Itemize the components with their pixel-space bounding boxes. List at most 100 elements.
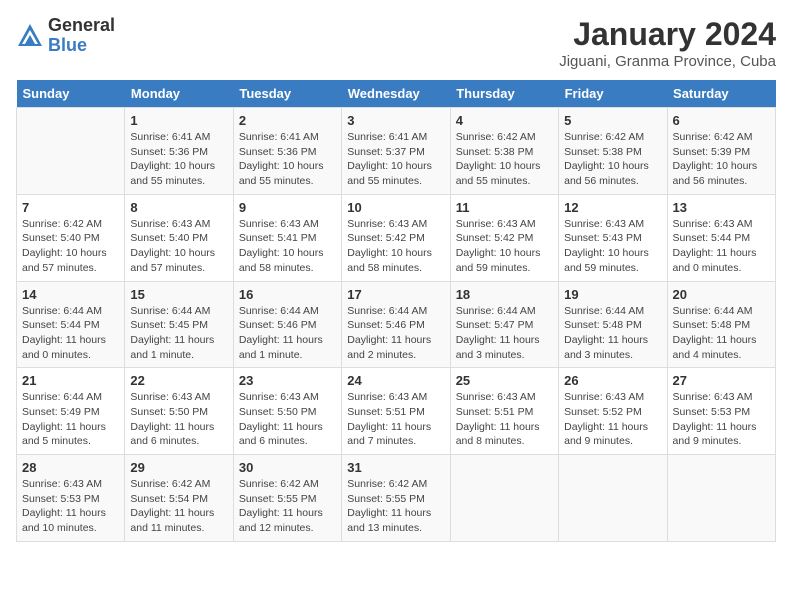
day-cell: 26Sunrise: 6:43 AMSunset: 5:52 PMDayligh… — [559, 368, 667, 455]
day-number: 25 — [456, 373, 553, 388]
day-number: 23 — [239, 373, 336, 388]
day-cell: 23 Sunrise: 6:43 AMSunset: 5:50 PMDayligh… — [233, 368, 341, 455]
day-cell: 29 Sunrise: 6:42 AMSunset: 5:54 PMDayligh… — [125, 455, 233, 542]
day-info: Sunrise: 6:43 AMSunset: 5:42 PMDaylight:… — [347, 217, 444, 276]
day-info: Sunrise: 6:42 AMSunset: 5:38 PMDaylight:… — [564, 130, 661, 189]
day-info: Sunrise: 6:43 AMSunset: 5:44 PMDaylight:… — [673, 217, 770, 276]
day-number: 30 — [239, 460, 336, 475]
week-row-4: 21Sunrise: 6:44 AMSunset: 5:49 PMDayligh… — [17, 368, 776, 455]
day-cell: 30 Sunrise: 6:42 AMSunset: 5:55 PMDayligh… — [233, 455, 341, 542]
day-header-monday: Monday — [125, 80, 233, 108]
day-cell — [667, 455, 775, 542]
day-info: Sunrise: 6:43 AMSunset: 5:53 PMDaylight:… — [673, 390, 770, 449]
week-row-2: 7Sunrise: 6:42 AMSunset: 5:40 PMDaylight… — [17, 194, 776, 281]
week-row-1: 1Sunrise: 6:41 AMSunset: 5:36 PMDaylight… — [17, 108, 776, 195]
day-info: Sunrise: 6:41 AMSunset: 5:36 PMDaylight:… — [130, 130, 227, 189]
day-cell: 31Sunrise: 6:42 AMSunset: 5:55 PMDayligh… — [342, 455, 450, 542]
day-cell: 9Sunrise: 6:43 AMSunset: 5:41 PMDaylight… — [233, 194, 341, 281]
page-header: General Blue January 2024 Jiguani, Granm… — [16, 16, 776, 70]
logo-icon — [16, 22, 44, 50]
day-cell: 2Sunrise: 6:41 AMSunset: 5:36 PMDaylight… — [233, 108, 341, 195]
day-number: 20 — [673, 287, 770, 302]
day-cell: 11 Sunrise: 6:43 AMSunset: 5:42 PMDayligh… — [450, 194, 558, 281]
day-number: 6 — [673, 113, 770, 128]
day-cell: 22 Sunrise: 6:43 AMSunset: 5:50 PMDayligh… — [125, 368, 233, 455]
day-info: Sunrise: 6:43 AMSunset: 5:53 PMDaylight:… — [22, 477, 119, 536]
day-cell: 19 Sunrise: 6:44 AMSunset: 5:48 PMDayligh… — [559, 281, 667, 368]
day-info: Sunrise: 6:42 AMSunset: 5:55 PMDaylight:… — [239, 477, 336, 536]
day-number: 28 — [22, 460, 119, 475]
day-cell: 14 Sunrise: 6:44 AMSunset: 5:44 PMDayligh… — [17, 281, 125, 368]
day-cell: 25 Sunrise: 6:43 AMSunset: 5:51 PMDayligh… — [450, 368, 558, 455]
day-info: Sunrise: 6:43 AMSunset: 5:40 PMDaylight:… — [130, 217, 227, 276]
day-header-friday: Friday — [559, 80, 667, 108]
day-header-sunday: Sunday — [17, 80, 125, 108]
day-number: 11 — [456, 200, 553, 215]
day-header-saturday: Saturday — [667, 80, 775, 108]
day-number: 26 — [564, 373, 661, 388]
day-number: 16 — [239, 287, 336, 302]
day-cell: 3 Sunrise: 6:41 AMSunset: 5:37 PMDaylight… — [342, 108, 450, 195]
day-number: 22 — [130, 373, 227, 388]
day-info: Sunrise: 6:43 AMSunset: 5:41 PMDaylight:… — [239, 217, 336, 276]
day-cell: 18 Sunrise: 6:44 AMSunset: 5:47 PMDayligh… — [450, 281, 558, 368]
day-cell: 16Sunrise: 6:44 AMSunset: 5:46 PMDayligh… — [233, 281, 341, 368]
day-number: 19 — [564, 287, 661, 302]
day-number: 15 — [130, 287, 227, 302]
day-number: 4 — [456, 113, 553, 128]
day-number: 17 — [347, 287, 444, 302]
month-title: January 2024 — [559, 16, 776, 53]
day-info: Sunrise: 6:44 AMSunset: 5:48 PMDaylight:… — [673, 304, 770, 363]
title-block: January 2024 Jiguani, Granma Province, C… — [559, 16, 776, 70]
logo-blue-label: Blue — [48, 36, 115, 56]
day-info: Sunrise: 6:43 AMSunset: 5:50 PMDaylight:… — [239, 390, 336, 449]
day-number: 12 — [564, 200, 661, 215]
day-cell: 8 Sunrise: 6:43 AMSunset: 5:40 PMDaylight… — [125, 194, 233, 281]
day-cell — [450, 455, 558, 542]
day-info: Sunrise: 6:44 AMSunset: 5:48 PMDaylight:… — [564, 304, 661, 363]
calendar-table: SundayMondayTuesdayWednesdayThursdayFrid… — [16, 80, 776, 542]
day-info: Sunrise: 6:42 AMSunset: 5:38 PMDaylight:… — [456, 130, 553, 189]
day-cell: 1Sunrise: 6:41 AMSunset: 5:36 PMDaylight… — [125, 108, 233, 195]
day-cell: 15 Sunrise: 6:44 AMSunset: 5:45 PMDayligh… — [125, 281, 233, 368]
day-cell — [559, 455, 667, 542]
day-info: Sunrise: 6:42 AMSunset: 5:54 PMDaylight:… — [130, 477, 227, 536]
day-info: Sunrise: 6:43 AMSunset: 5:51 PMDaylight:… — [456, 390, 553, 449]
day-number: 27 — [673, 373, 770, 388]
day-number: 21 — [22, 373, 119, 388]
day-number: 29 — [130, 460, 227, 475]
day-cell — [17, 108, 125, 195]
days-header-row: SundayMondayTuesdayWednesdayThursdayFrid… — [17, 80, 776, 108]
day-info: Sunrise: 6:41 AMSunset: 5:37 PMDaylight:… — [347, 130, 444, 189]
day-number: 3 — [347, 113, 444, 128]
day-number: 18 — [456, 287, 553, 302]
day-number: 7 — [22, 200, 119, 215]
day-cell: 5 Sunrise: 6:42 AMSunset: 5:38 PMDaylight… — [559, 108, 667, 195]
day-info: Sunrise: 6:44 AMSunset: 5:47 PMDaylight:… — [456, 304, 553, 363]
day-info: Sunrise: 6:44 AMSunset: 5:45 PMDaylight:… — [130, 304, 227, 363]
day-number: 2 — [239, 113, 336, 128]
day-header-wednesday: Wednesday — [342, 80, 450, 108]
day-header-thursday: Thursday — [450, 80, 558, 108]
logo: General Blue — [16, 16, 115, 56]
day-cell: 28 Sunrise: 6:43 AMSunset: 5:53 PMDayligh… — [17, 455, 125, 542]
day-number: 14 — [22, 287, 119, 302]
day-cell: 12Sunrise: 6:43 AMSunset: 5:43 PMDayligh… — [559, 194, 667, 281]
day-number: 24 — [347, 373, 444, 388]
day-number: 5 — [564, 113, 661, 128]
day-info: Sunrise: 6:43 AMSunset: 5:42 PMDaylight:… — [456, 217, 553, 276]
day-info: Sunrise: 6:43 AMSunset: 5:50 PMDaylight:… — [130, 390, 227, 449]
day-info: Sunrise: 6:44 AMSunset: 5:46 PMDaylight:… — [347, 304, 444, 363]
day-info: Sunrise: 6:43 AMSunset: 5:51 PMDaylight:… — [347, 390, 444, 449]
day-cell: 24 Sunrise: 6:43 AMSunset: 5:51 PMDayligh… — [342, 368, 450, 455]
location: Jiguani, Granma Province, Cuba — [559, 53, 776, 70]
logo-text: General Blue — [48, 16, 115, 56]
day-number: 8 — [130, 200, 227, 215]
day-info: Sunrise: 6:42 AMSunset: 5:55 PMDaylight:… — [347, 477, 444, 536]
day-header-tuesday: Tuesday — [233, 80, 341, 108]
day-cell: 13 Sunrise: 6:43 AMSunset: 5:44 PMDayligh… — [667, 194, 775, 281]
day-number: 10 — [347, 200, 444, 215]
day-cell: 20 Sunrise: 6:44 AMSunset: 5:48 PMDayligh… — [667, 281, 775, 368]
day-number: 13 — [673, 200, 770, 215]
day-info: Sunrise: 6:44 AMSunset: 5:44 PMDaylight:… — [22, 304, 119, 363]
